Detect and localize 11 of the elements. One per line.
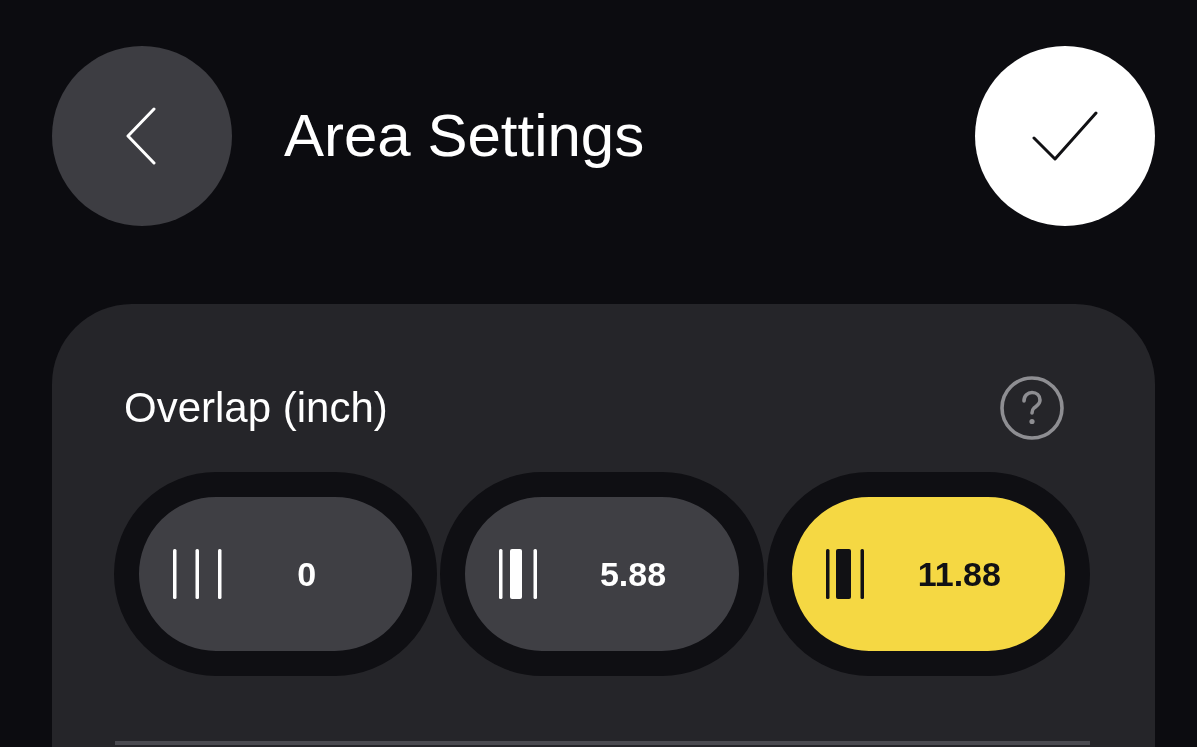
overlap-option[interactable]: 0 [114, 472, 438, 676]
page-title: Area Settings [284, 101, 645, 171]
overlap-option[interactable]: 11.88 [766, 472, 1090, 676]
center-bar-icon [498, 549, 539, 599]
help-icon[interactable] [1000, 376, 1064, 440]
three-lines-icon [172, 549, 222, 599]
overlap-label: Overlap (inch) [124, 382, 388, 433]
chevron-left-icon [126, 107, 156, 165]
wide-center-bar-icon [824, 549, 865, 599]
checkmark-icon [1032, 111, 1098, 161]
overlap-option[interactable]: 5.88 [440, 472, 764, 676]
